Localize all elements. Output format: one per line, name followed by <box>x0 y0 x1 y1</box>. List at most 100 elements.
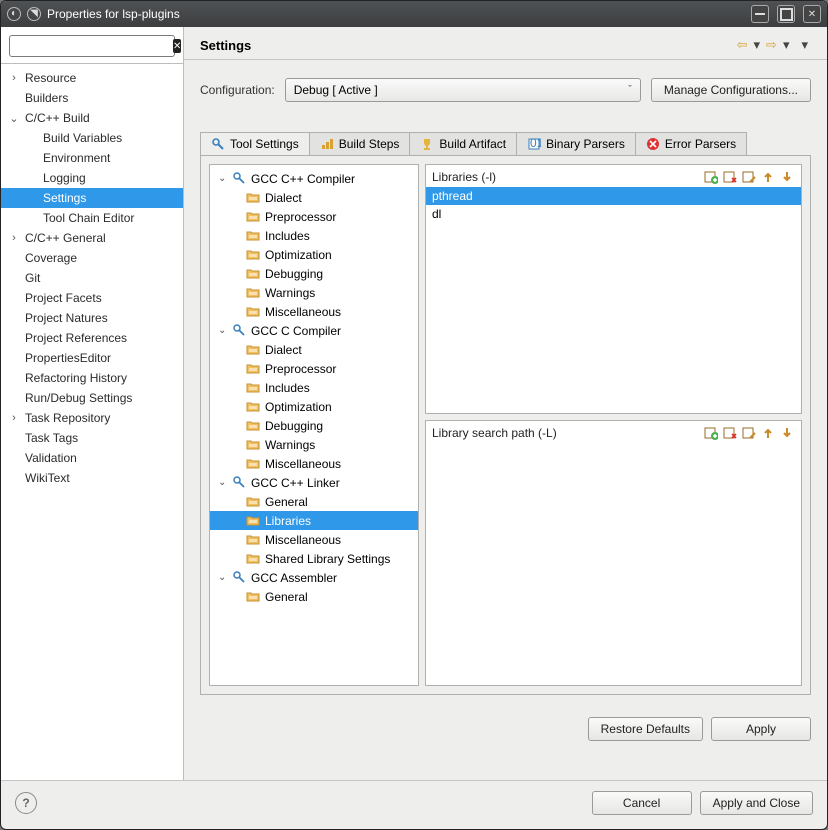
nav-item-project-natures[interactable]: ›Project Natures <box>1 308 183 328</box>
delete-icon[interactable] <box>722 169 738 185</box>
titlebar[interactable]: ◐ ◥ Properties for lsp-plugins <box>1 1 827 27</box>
tree-twist-icon[interactable]: › <box>7 452 21 464</box>
tree-twist-icon[interactable]: › <box>7 392 21 404</box>
tree-twist-icon[interactable]: › <box>7 432 21 444</box>
tool-tree-item[interactable]: Warnings <box>210 435 418 454</box>
help-icon[interactable]: ? <box>15 792 37 814</box>
restore-defaults-button[interactable]: Restore Defaults <box>588 717 703 741</box>
tab-binary-parsers[interactable]: 01Binary Parsers <box>516 132 636 155</box>
edit-icon[interactable] <box>741 169 757 185</box>
tab-error-parsers[interactable]: Error Parsers <box>635 132 747 155</box>
tool-tree-item[interactable]: Debugging <box>210 264 418 283</box>
nav-item-coverage[interactable]: ›Coverage <box>1 248 183 268</box>
tool-tree-item[interactable]: Includes <box>210 226 418 245</box>
nav-item-task-repository[interactable]: ›Task Repository <box>1 408 183 428</box>
tree-twist-icon[interactable]: ⌄ <box>218 325 228 336</box>
nav-item-settings[interactable]: ›Settings <box>1 188 183 208</box>
tree-twist-icon[interactable]: › <box>25 192 39 204</box>
tool-tree-item[interactable]: ⌄GCC C++ Compiler <box>210 169 418 188</box>
nav-item-task-tags[interactable]: ›Task Tags <box>1 428 183 448</box>
filter-text-field[interactable] <box>14 38 173 54</box>
nav-item-propertieseditor[interactable]: ›PropertiesEditor <box>1 348 183 368</box>
tool-tree-item[interactable]: ⌄GCC C++ Linker <box>210 473 418 492</box>
forward-icon[interactable]: ⇨ <box>763 37 780 53</box>
maximize-button[interactable] <box>777 5 795 23</box>
move-down-icon[interactable] <box>779 169 795 185</box>
tree-twist-icon[interactable]: › <box>7 72 21 84</box>
library-paths-list[interactable] <box>426 443 801 685</box>
tool-tree[interactable]: ⌄GCC C++ CompilerDialectPreprocessorIncl… <box>209 164 419 686</box>
manage-configurations-button[interactable]: Manage Configurations... <box>651 78 811 102</box>
tool-tree-item[interactable]: Shared Library Settings <box>210 549 418 568</box>
nav-item-project-references[interactable]: ›Project References <box>1 328 183 348</box>
nav-tree[interactable]: ›Resource›Builders⌄C/C++ Build›Build Var… <box>1 64 183 780</box>
tool-tree-item[interactable]: Preprocessor <box>210 359 418 378</box>
tool-tree-item[interactable]: Preprocessor <box>210 207 418 226</box>
nav-item-resource[interactable]: ›Resource <box>1 68 183 88</box>
nav-item-git[interactable]: ›Git <box>1 268 183 288</box>
tool-tree-item[interactable]: Optimization <box>210 397 418 416</box>
tool-tree-item[interactable]: General <box>210 492 418 511</box>
tool-tree-item[interactable]: Miscellaneous <box>210 454 418 473</box>
tree-twist-icon[interactable]: › <box>7 232 21 244</box>
list-item[interactable]: pthread <box>426 187 801 205</box>
tool-tree-item[interactable]: Dialect <box>210 340 418 359</box>
nav-item-logging[interactable]: ›Logging <box>1 168 183 188</box>
tree-twist-icon[interactable]: ⌄ <box>7 112 21 125</box>
tree-twist-icon[interactable]: › <box>7 272 21 284</box>
tree-twist-icon[interactable]: › <box>7 252 21 264</box>
apply-and-close-button[interactable]: Apply and Close <box>700 791 813 815</box>
minimize-button[interactable] <box>751 5 769 23</box>
add-icon[interactable] <box>703 425 719 441</box>
view-menu-icon[interactable]: ▾ <box>798 37 811 53</box>
tree-twist-icon[interactable]: › <box>7 472 21 484</box>
tool-tree-item[interactable]: Miscellaneous <box>210 530 418 549</box>
edit-icon[interactable] <box>741 425 757 441</box>
move-down-icon[interactable] <box>779 425 795 441</box>
filter-input[interactable]: ✕ <box>9 35 175 57</box>
list-item[interactable]: dl <box>426 205 801 223</box>
nav-item-validation[interactable]: ›Validation <box>1 448 183 468</box>
clear-filter-icon[interactable]: ✕ <box>173 39 181 53</box>
delete-icon[interactable] <box>722 425 738 441</box>
configuration-combo[interactable]: Debug [ Active ] ˇ <box>285 78 641 102</box>
add-icon[interactable] <box>703 169 719 185</box>
tree-twist-icon[interactable]: › <box>7 292 21 304</box>
app-menu-icon[interactable]: ◐ <box>7 7 21 21</box>
tree-twist-icon[interactable]: ⌄ <box>218 572 228 583</box>
tree-twist-icon[interactable]: › <box>25 132 39 144</box>
nav-item-wikitext[interactable]: ›WikiText <box>1 468 183 488</box>
back-menu-icon[interactable]: ▾ <box>751 37 764 53</box>
tree-twist-icon[interactable]: › <box>7 412 21 424</box>
tab-build-artifact[interactable]: Build Artifact <box>409 132 517 155</box>
tab-build-steps[interactable]: Build Steps <box>309 132 411 155</box>
nav-item-c-c-general[interactable]: ›C/C++ General <box>1 228 183 248</box>
tree-twist-icon[interactable]: › <box>7 352 21 364</box>
nav-item-run-debug-settings[interactable]: ›Run/Debug Settings <box>1 388 183 408</box>
nav-item-environment[interactable]: ›Environment <box>1 148 183 168</box>
nav-item-builders[interactable]: ›Builders <box>1 88 183 108</box>
tree-twist-icon[interactable]: › <box>7 312 21 324</box>
nav-item-build-variables[interactable]: ›Build Variables <box>1 128 183 148</box>
tool-tree-item[interactable]: Miscellaneous <box>210 302 418 321</box>
move-up-icon[interactable] <box>760 169 776 185</box>
nav-item-c-c-build[interactable]: ⌄C/C++ Build <box>1 108 183 128</box>
tool-tree-item[interactable]: ⌄GCC C Compiler <box>210 321 418 340</box>
cancel-button[interactable]: Cancel <box>592 791 692 815</box>
tool-tree-item[interactable]: General <box>210 587 418 606</box>
tree-twist-icon[interactable]: › <box>7 332 21 344</box>
tree-twist-icon[interactable]: › <box>25 152 39 164</box>
tool-tree-item[interactable]: Optimization <box>210 245 418 264</box>
back-icon[interactable]: ⇦ <box>734 37 751 53</box>
tool-tree-item[interactable]: Dialect <box>210 188 418 207</box>
tool-tree-item[interactable]: Warnings <box>210 283 418 302</box>
tree-twist-icon[interactable]: ⌄ <box>218 477 228 488</box>
nav-item-tool-chain-editor[interactable]: ›Tool Chain Editor <box>1 208 183 228</box>
tool-tree-item[interactable]: Debugging <box>210 416 418 435</box>
move-up-icon[interactable] <box>760 425 776 441</box>
tool-tree-item[interactable]: Libraries <box>210 511 418 530</box>
forward-menu-icon[interactable]: ▾ <box>780 37 793 53</box>
tool-tree-item[interactable]: ⌄GCC Assembler <box>210 568 418 587</box>
tree-twist-icon[interactable]: › <box>25 172 39 184</box>
tree-twist-icon[interactable]: ⌄ <box>218 173 228 184</box>
